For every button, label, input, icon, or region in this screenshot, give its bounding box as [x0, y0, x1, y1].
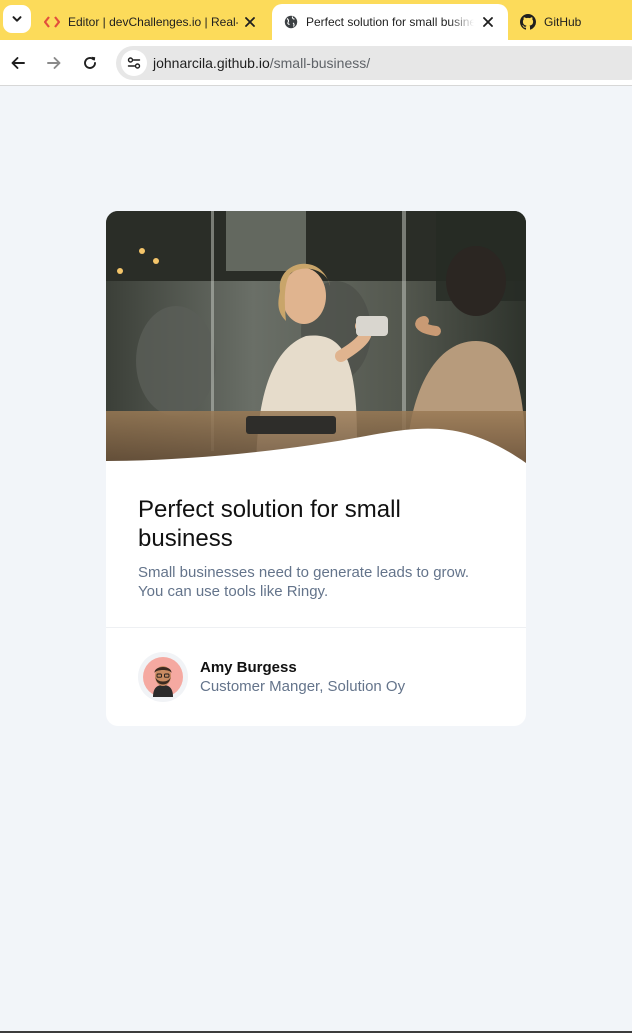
arrow-right-icon — [47, 57, 61, 69]
globe-icon — [284, 15, 298, 29]
reload-icon — [84, 56, 96, 69]
tune-icon — [127, 57, 141, 69]
browser-toolbar: johnarcila.github.io/small-business/ — [0, 40, 632, 86]
author-name: Amy Burgess — [200, 659, 297, 676]
url-path: /small-business/ — [269, 55, 371, 71]
tab-small-business[interactable]: Perfect solution for small business — [272, 4, 508, 40]
tab-search-button[interactable] — [3, 5, 31, 33]
card-title: Perfect solution for small business — [138, 496, 401, 552]
devchallenges-icon — [44, 16, 60, 28]
avatar-image — [143, 657, 183, 697]
url-host: johnarcila.github.io — [153, 55, 270, 71]
tab-github[interactable]: GitHub — [510, 4, 630, 40]
arrow-left-icon — [11, 57, 25, 69]
divider — [106, 627, 526, 628]
tab-devchallenges[interactable]: Editor | devChallenges.io | Real- — [34, 4, 270, 40]
author-role: Customer Manger, Solution Oy — [200, 678, 406, 695]
close-icon — [483, 17, 493, 27]
close-tab-button[interactable] — [480, 14, 496, 30]
site-info-button[interactable] — [121, 50, 147, 76]
browser-tab-strip: Editor | devChallenges.io | Real- Perfec… — [0, 0, 632, 40]
chevron-down-icon — [12, 16, 22, 22]
github-icon — [520, 14, 536, 30]
forward-button[interactable] — [42, 51, 66, 75]
hero-image — [106, 211, 526, 476]
tab-title: GitHub — [544, 15, 582, 29]
tab-title: Editor | devChallenges.io | Real- — [68, 15, 238, 29]
author-text: Amy Burgess Customer Manger, Solution Oy — [200, 658, 405, 696]
avatar — [138, 652, 188, 702]
blog-card: Perfect solution for small business Smal… — [106, 211, 526, 726]
close-tab-button[interactable] — [242, 14, 258, 30]
close-icon — [245, 17, 255, 27]
card-description: Small businesses need to generate leads … — [138, 564, 470, 600]
author-block: Amy Burgess Customer Manger, Solution Oy — [138, 652, 405, 702]
address-bar[interactable]: johnarcila.github.io/small-business/ — [116, 46, 632, 80]
reload-button[interactable] — [78, 51, 102, 75]
tab-title: Perfect solution for small business — [306, 15, 474, 29]
back-button[interactable] — [6, 51, 30, 75]
url-text: johnarcila.github.io/small-business/ — [153, 55, 370, 71]
card-body: Perfect solution for small business Smal… — [138, 495, 494, 601]
